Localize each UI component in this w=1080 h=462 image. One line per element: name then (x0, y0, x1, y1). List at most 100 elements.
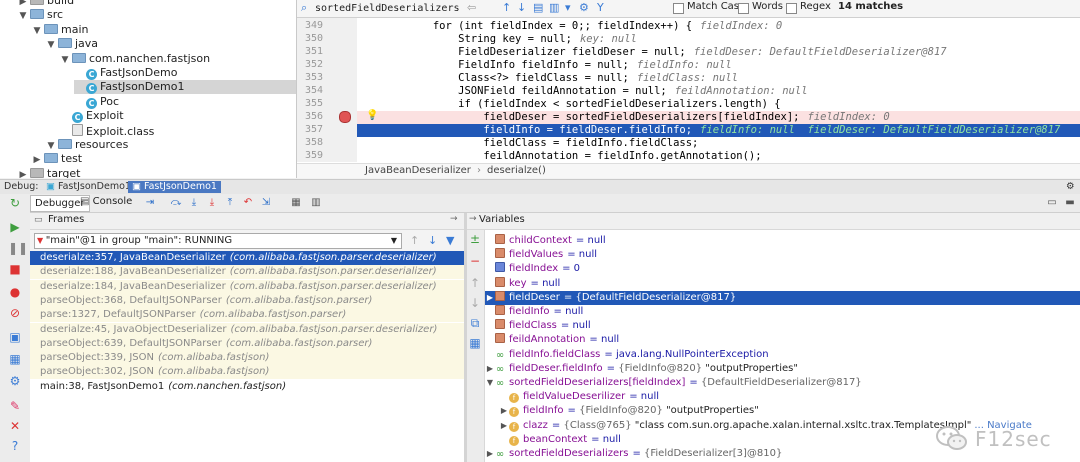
tree-item[interactable]: ▼ main (32, 23, 296, 37)
expand-arrow-icon[interactable]: ▶ (485, 362, 495, 376)
tree-item[interactable]: C FastJsonDemo (74, 66, 296, 80)
tree-item[interactable]: ▶ target (18, 167, 296, 178)
code-line[interactable]: fieldDeser = sortedFieldDeserializers[fi… (357, 111, 1080, 124)
code-line[interactable]: FieldInfo fieldInfo = null; fieldInfo: nu… (357, 59, 1080, 72)
code-line[interactable]: FieldDeserializer fieldDeser = null; fiel… (357, 46, 1080, 59)
tree-item[interactable]: ▼ com.nanchen.fastjson (60, 52, 296, 66)
down-arrow-icon[interactable]: ↓ (517, 1, 526, 14)
find-all-icon[interactable]: ▤ (533, 1, 543, 14)
match-case-checkbox[interactable] (673, 3, 684, 14)
settings-gear-icon[interactable]: ⚙ (1062, 181, 1079, 193)
frame-row[interactable]: deserialze:184, JavaBeanDeserializer (com… (30, 279, 464, 294)
tree-item[interactable]: ▶ test (32, 152, 296, 166)
expand-arrow-icon[interactable]: ▶ (485, 291, 495, 305)
variable-row[interactable]: ▶ fieldDeser = {DefaultFieldDeserializer@8… (485, 290, 1080, 305)
frame-row[interactable]: parseObject:339, JSON (com.alibaba.fastjs… (30, 351, 464, 366)
debug-session-tab-1[interactable]: ▣ FastJsonDemo1 (42, 181, 135, 193)
variable-row[interactable]: fieldIndex = 0 (485, 262, 1080, 276)
restore-layout-icon[interactable]: ▭ (1046, 197, 1058, 209)
expand-arrow-icon[interactable]: ▶ (485, 447, 495, 461)
breakpoint-icon[interactable] (339, 111, 351, 123)
code-line[interactable]: fieldInfo = fieldDeser.fieldInfo; fieldIn… (357, 124, 1080, 137)
step-out-icon[interactable]: ⤒ (224, 197, 236, 209)
tree-item[interactable]: C FastJsonDemo1 (74, 80, 296, 95)
get-thread-dump-icon[interactable]: ▣ (8, 330, 22, 344)
frame-row[interactable]: parse:1327, DefaultJSONParser (com.alibab… (30, 308, 464, 323)
new-watch-icon[interactable]: ± (468, 232, 482, 246)
search-input[interactable] (301, 1, 475, 15)
console-tab[interactable]: ▤ Console (80, 196, 132, 207)
code-line[interactable]: JSONField feildAnnotation = null; feildAn… (357, 85, 1080, 98)
filter-frames-icon[interactable]: ▼ (446, 234, 454, 247)
variable-row[interactable]: fieldClass = null (485, 319, 1080, 333)
frame-row[interactable]: parseObject:302, JSON (com.alibaba.fastjs… (30, 365, 464, 380)
show-execution-point-icon[interactable]: ⇥ (144, 197, 156, 209)
variable-row[interactable]: ▶ f fieldInfo = {FieldInfo@820} "outputProp… (485, 404, 1080, 418)
expand-arrow-icon[interactable]: ▼ (18, 9, 28, 23)
remove-watch-icon[interactable]: − (468, 254, 482, 268)
breadcrumb-method[interactable]: deserialze() (487, 165, 546, 176)
frame-up-icon[interactable]: ↑ (410, 234, 419, 247)
filter-icon[interactable]: ▾ (565, 1, 571, 14)
variable-row[interactable]: feildAnnotation = null (485, 333, 1080, 347)
expand-arrow-icon[interactable]: ▶ (499, 404, 509, 418)
tree-item[interactable]: ▶ build (18, 0, 296, 8)
editor-gutter[interactable]: 349 350 351 352 353 354 355 356 357 358 359 (297, 18, 357, 162)
rerun-icon[interactable]: ↻ (8, 196, 22, 210)
frame-row[interactable]: deserialze:188, JavaBeanDeserializer (com… (30, 265, 464, 280)
code-line[interactable]: for (int fieldIndex = 0;; fieldIndex++) … (357, 20, 1080, 33)
expand-arrow-icon[interactable]: ▼ (485, 376, 495, 390)
variable-row[interactable]: ▼ ∞ sortedFieldDeserializers[fieldIndex] = … (485, 376, 1080, 390)
pin-icon[interactable]: ✎ (8, 399, 22, 413)
pane-arrow-icon[interactable]: → (469, 214, 477, 224)
variable-row[interactable]: key = null (485, 276, 1080, 291)
evaluate-expression-icon[interactable]: ▦ (290, 197, 302, 209)
previous-occurrence-icon[interactable]: ⇦ (467, 1, 476, 14)
more-options-icon[interactable]: ⚙ (579, 1, 589, 14)
expand-arrow-icon[interactable]: ▼ (32, 24, 42, 38)
frames-list[interactable]: deserialze:357, JavaBeanDeserializer (com… (30, 251, 464, 462)
stop-icon[interactable]: ■ (8, 262, 22, 276)
frame-row[interactable]: parseObject:639, DefaultJSONParser (com.a… (30, 336, 464, 351)
copy-icon[interactable]: ⧉ (468, 316, 482, 330)
breadcrumb-class[interactable]: JavaBeanDeserializer (365, 165, 471, 176)
restore-layout-icon[interactable]: ▦ (8, 352, 22, 366)
code-editor[interactable]: ⌕ ⇦ ↑ ↓ ▤ ▥ ▾ ⚙ Y Match Case Words Regex… (297, 0, 1080, 178)
expand-arrow-icon[interactable]: ▼ (46, 139, 56, 153)
tree-item[interactable]: C Exploit (60, 109, 296, 124)
hide-icon[interactable]: ▬ (1064, 197, 1076, 209)
pause-icon[interactable]: ❚❚ (8, 241, 28, 255)
variable-row[interactable]: fieldInfo = null (485, 305, 1080, 319)
filter-search-icon[interactable]: Y (597, 1, 604, 14)
code-line[interactable]: Class<?> fieldClass = null; fieldClass: n… (357, 72, 1080, 85)
move-down-icon[interactable]: ↓ (468, 296, 482, 310)
view-breakpoints-icon[interactable]: ● (8, 285, 22, 299)
code-line[interactable]: if (fieldIndex < sortedFieldDeserializer… (357, 98, 1080, 111)
force-step-into-icon[interactable]: ⤓ (206, 197, 218, 209)
debug-session-tab-2[interactable]: ▣ FastJsonDemo1 (128, 181, 221, 193)
expand-arrow-icon[interactable]: ▶ (18, 168, 28, 178)
frame-row[interactable]: main:38, FastJsonDemo1 (com.nanchen.fastj… (30, 380, 464, 394)
expand-arrow-icon[interactable]: ▶ (32, 153, 42, 167)
pane-arrow-icon[interactable]: → (450, 214, 458, 224)
thread-select[interactable]: ▼ "main"@1 in group "main": RUNNING ▼ (34, 233, 402, 249)
tree-item[interactable]: C Poc (74, 95, 296, 109)
settings-icon[interactable]: ⚙ (8, 374, 22, 388)
words-checkbox[interactable] (738, 3, 749, 14)
tree-item[interactable]: Exploit.class (60, 123, 296, 138)
layout-icon[interactable]: ▥ (310, 197, 322, 209)
tree-item[interactable]: ▼ resources (46, 138, 296, 152)
mute-breakpoints-icon[interactable]: ⊘ (8, 306, 22, 320)
frame-down-icon[interactable]: ↓ (428, 234, 437, 247)
code-line[interactable]: feildAnnotation = fieldInfo.getAnnotatio… (357, 150, 1080, 163)
expand-arrow-icon[interactable]: ▼ (46, 38, 56, 52)
regex-checkbox[interactable] (786, 3, 797, 14)
code-line[interactable]: fieldClass = fieldInfo.fieldClass; (357, 137, 1080, 150)
watches-layout-icon[interactable]: ▦ (468, 336, 482, 350)
up-arrow-icon[interactable]: ↑ (502, 1, 511, 14)
collapse-icon[interactable]: ▭ (34, 215, 43, 225)
move-up-icon[interactable]: ↑ (468, 276, 482, 290)
expand-arrow-icon[interactable]: ▼ (60, 53, 70, 67)
step-over-icon[interactable]: ⤼ (170, 197, 182, 209)
expand-arrow-icon[interactable]: ▶ (499, 419, 509, 433)
